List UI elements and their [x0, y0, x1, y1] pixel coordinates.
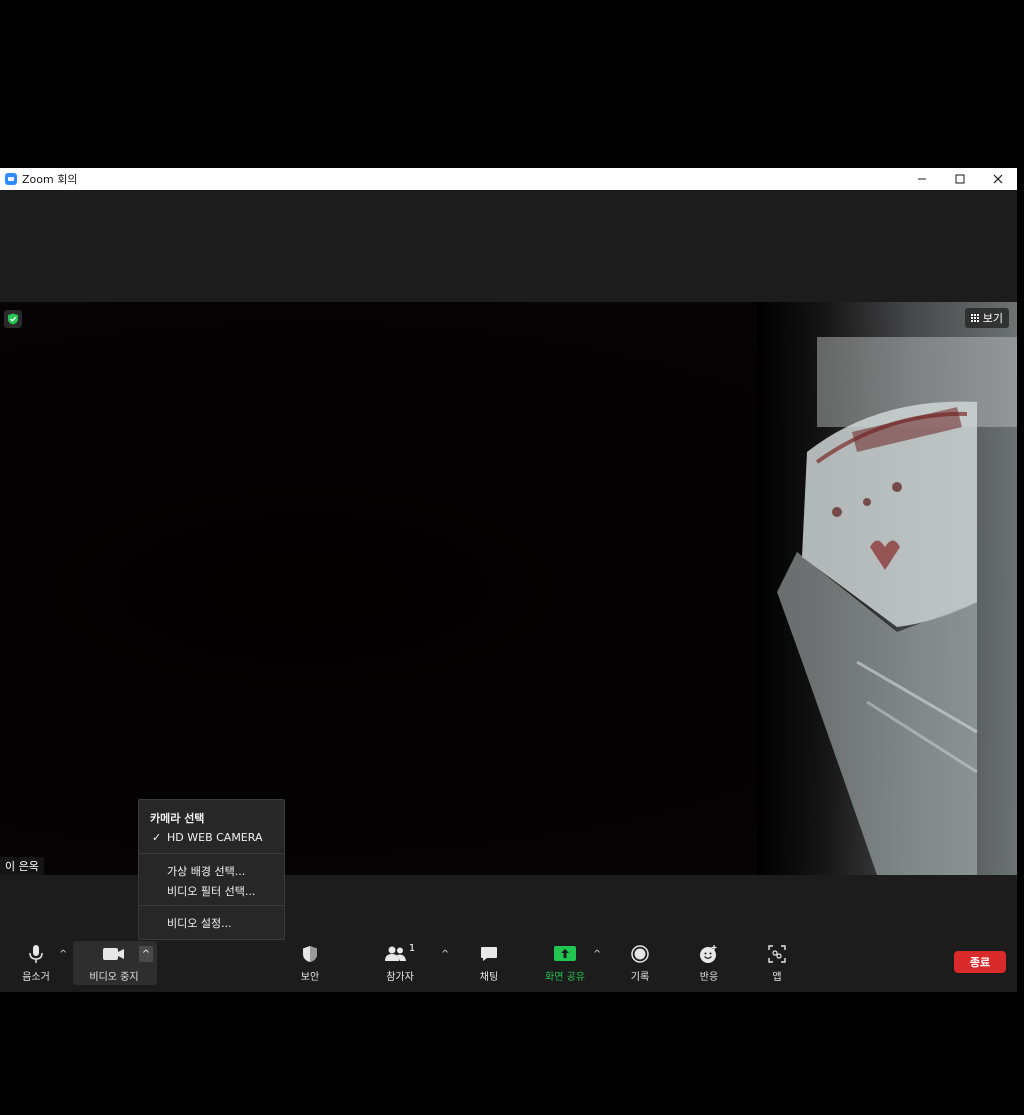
room-photo [777, 337, 1017, 875]
view-button-label: 보기 [982, 312, 1003, 325]
apps-label: 앱 [772, 972, 782, 983]
share-screen-icon [554, 943, 576, 965]
apps-button[interactable]: 앱 [747, 943, 807, 983]
title-bar: Zoom 회의 [0, 168, 1017, 190]
mute-label: 음소거 [22, 972, 50, 983]
participants-button[interactable]: 1 참가자 [370, 943, 430, 983]
video-options-menu: 카메라 선택 ✓ HD WEB CAMERA 가상 배경 선택... 비디오 필… [138, 799, 285, 940]
microphone-icon [28, 943, 44, 965]
encryption-badge[interactable] [4, 310, 22, 328]
record-button[interactable]: 기록 [610, 943, 670, 983]
menu-item-virtual-background[interactable]: 가상 배경 선택... [167, 863, 245, 879]
stop-video-label: 비디오 중지 [89, 972, 139, 983]
menu-item-video-settings[interactable]: 비디오 설정... [167, 915, 232, 931]
mute-button[interactable]: 음소거 [6, 943, 66, 983]
video-camera-icon [103, 943, 125, 965]
participants-label: 참가자 [386, 972, 414, 983]
video-options-caret[interactable]: ^ [139, 946, 153, 962]
menu-item-video-filter[interactable]: 비디오 필터 선택... [167, 883, 255, 899]
participants-count: 1 [408, 943, 416, 954]
participant-name-tag: 이 은옥 [0, 857, 44, 875]
share-options-caret[interactable]: ^ [593, 949, 601, 960]
record-label: 기록 [630, 972, 650, 983]
shield-icon [302, 943, 318, 965]
window-title: Zoom 회의 [22, 173, 78, 186]
video-area: 보기 이 은옥 [0, 302, 1017, 875]
chat-label: 채팅 [479, 972, 499, 983]
grid-view-icon [970, 314, 979, 322]
participants-options-caret[interactable]: ^ [441, 949, 449, 960]
zoom-window: Zoom 회의 보기 이 은옥 음소거 ^ 비디오 중지 ^ 보안 1 참가자 … [0, 168, 1017, 992]
top-strip [0, 190, 1017, 302]
participants-icon: 1 [384, 943, 416, 965]
share-screen-button[interactable]: 화면 공유 [535, 943, 595, 983]
end-meeting-button[interactable]: 종료 [954, 951, 1006, 973]
stop-video-button[interactable]: 비디오 중지 [84, 943, 144, 983]
audio-options-caret[interactable]: ^ [59, 949, 67, 960]
menu-divider [139, 853, 284, 854]
maximize-button[interactable] [941, 168, 979, 190]
reactions-button[interactable]: 반응 [679, 943, 739, 983]
apps-icon [768, 943, 786, 965]
menu-item-hd-web-camera[interactable]: HD WEB CAMERA [167, 831, 262, 844]
chat-icon [480, 943, 498, 965]
reactions-label: 반응 [699, 972, 719, 983]
view-button[interactable]: 보기 [964, 308, 1009, 328]
minimize-button[interactable] [903, 168, 941, 190]
menu-divider [139, 905, 284, 906]
close-button[interactable] [979, 168, 1017, 190]
maximize-icon [955, 174, 965, 184]
record-icon [631, 943, 649, 965]
share-screen-label: 화면 공유 [545, 972, 585, 983]
shield-check-icon [8, 313, 18, 325]
chat-button[interactable]: 채팅 [459, 943, 519, 983]
security-label: 보안 [300, 972, 320, 983]
zoom-app-icon [5, 173, 17, 185]
smiley-plus-icon [699, 943, 719, 965]
security-button[interactable]: 보안 [280, 943, 340, 983]
camera-select-header: 카메라 선택 [150, 812, 205, 825]
close-icon [993, 174, 1003, 184]
minimize-icon [918, 178, 926, 180]
check-icon: ✓ [152, 831, 162, 844]
camera-feed-image [757, 302, 1017, 875]
